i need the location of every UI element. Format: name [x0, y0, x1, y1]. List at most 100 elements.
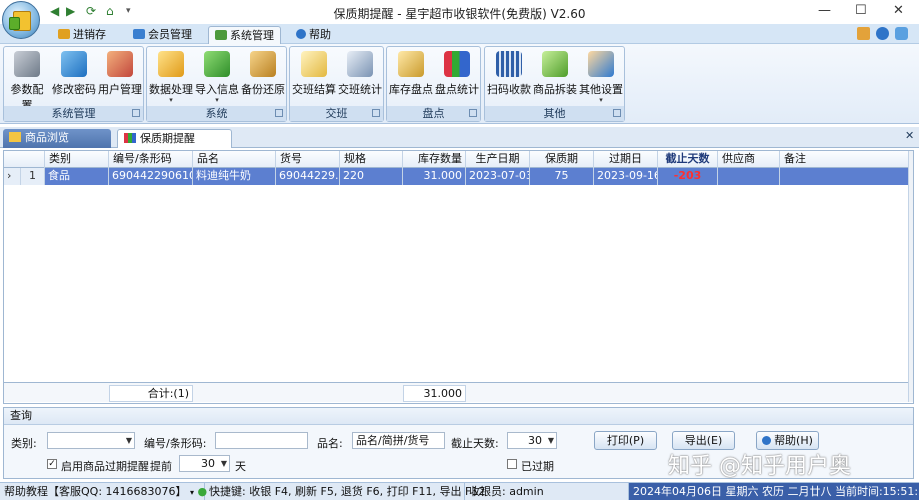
chevron-down-icon: ▼	[125, 436, 132, 445]
cell-shelf-life[interactable]: 75	[530, 168, 594, 185]
cell-stock[interactable]: 31.000	[403, 168, 466, 185]
ribbon-group-stocktake: 库存盘点 盘点统计 盘点	[386, 46, 481, 122]
column-header-item-no[interactable]: 货号	[276, 151, 340, 168]
row-number: 1	[21, 168, 45, 185]
group-label: 交班	[325, 107, 348, 120]
column-header-days-left[interactable]: 截止天数	[658, 151, 718, 168]
cell-name[interactable]: 料迪纯牛奶	[193, 168, 276, 185]
tab-product-browse[interactable]: 商品浏览	[3, 129, 111, 148]
stocktake-stats-button[interactable]: 盘点统计	[435, 51, 479, 107]
enable-reminder-label: 启用商品过期提醒	[61, 460, 149, 473]
backup-restore-button[interactable]: 备份还原	[241, 51, 285, 107]
settings-button[interactable]: 参数配置	[6, 51, 48, 112]
table-row[interactable]: › 1 食品 6904422906107 料迪纯牛奶 69044229... 2…	[4, 168, 909, 185]
ribbon-tabs: 进销存 会员管理 系统管理 帮助	[0, 24, 919, 44]
minimize-button[interactable]: —	[818, 3, 831, 18]
category-label: 类别:	[11, 437, 37, 450]
change-password-button[interactable]: 修改密码	[52, 51, 96, 107]
scan-pay-button[interactable]: 扫码收款	[487, 51, 531, 107]
group-launcher-icon[interactable]	[275, 109, 283, 117]
print-button[interactable]: 打印(P)	[594, 431, 657, 450]
column-header-supplier[interactable]: 供应商	[718, 151, 780, 168]
import-icon	[204, 51, 230, 77]
column-header-note[interactable]: 备注	[780, 151, 909, 168]
cell-note[interactable]	[780, 168, 909, 185]
box-icon	[542, 51, 568, 77]
import-button[interactable]: 导入信息 ▾	[195, 51, 239, 107]
cell-expiry-date[interactable]: 2023-09-16	[594, 168, 658, 185]
tab-help[interactable]: 帮助	[296, 26, 331, 44]
column-header-expiry-date[interactable]: 过期日	[594, 151, 658, 168]
cell-supplier[interactable]	[718, 168, 780, 185]
dropdown-arrow-icon: ▾	[599, 96, 603, 104]
dropdown-arrow-icon: ▾	[169, 96, 173, 104]
data-processing-button[interactable]: 数据处理 ▾	[149, 51, 193, 107]
barcode-input[interactable]	[215, 432, 308, 449]
column-header-production-date[interactable]: 生产日期	[466, 151, 530, 168]
cell-production-date[interactable]: 2023-07-03	[466, 168, 530, 185]
group-launcher-icon[interactable]	[132, 109, 140, 117]
tab-expiry-reminder[interactable]: 保质期提醒	[117, 129, 232, 148]
table-header: 类别 编号/条形码 品名 货号 规格 库存数量 生产日期 保质期 过期日 截止天…	[4, 151, 909, 168]
group-launcher-icon[interactable]	[372, 109, 380, 117]
advance-days-select[interactable]: 30 ▼	[179, 455, 230, 472]
name-label: 品名:	[317, 437, 343, 450]
title-bar: ◀ ▶ ⟳ ⌂ ▾ 保质期提醒 - 星宇超市收银软件(免费版) V2.60 — …	[0, 0, 919, 24]
help-circle-icon[interactable]	[876, 27, 889, 40]
column-header-spec[interactable]: 规格	[340, 151, 403, 168]
column-header-barcode[interactable]: 编号/条形码	[109, 151, 193, 168]
footer-total-count: 合计:(1)	[109, 385, 193, 402]
group-label: 其他	[543, 107, 566, 120]
column-header-stock[interactable]: 库存数量	[403, 151, 466, 168]
cart-icon[interactable]	[857, 27, 870, 40]
group-launcher-icon[interactable]	[613, 109, 621, 117]
group-label: 系统管理	[51, 107, 96, 120]
expired-label: 已过期	[521, 460, 554, 473]
group-launcher-icon[interactable]	[469, 109, 477, 117]
tab-system[interactable]: 系统管理	[208, 26, 281, 44]
close-button[interactable]: ✕	[893, 3, 904, 18]
status-help[interactable]: 帮助教程【客服QQ: 1416683076】 ▾ ●	[0, 483, 207, 500]
watermark: 知乎 @知乎用户奥	[668, 454, 851, 479]
skin-icon[interactable]	[895, 27, 908, 40]
row-header-corner	[4, 151, 45, 168]
column-header-shelf-life[interactable]: 保质期	[530, 151, 594, 168]
document-tabs: 商品浏览 保质期提醒 ✕	[0, 127, 919, 148]
category-select[interactable]: ▼	[47, 432, 135, 449]
cell-spec[interactable]: 220	[340, 168, 403, 185]
column-header-name[interactable]: 品名	[193, 151, 276, 168]
chart-icon	[124, 133, 136, 143]
maximize-button[interactable]: ☐	[855, 3, 867, 18]
grid-icon	[9, 132, 21, 142]
enable-reminder-checkbox[interactable]: ✓	[47, 459, 57, 469]
name-input[interactable]: 品名/简拼/货号	[352, 432, 445, 449]
shift-settle-button[interactable]: 交班结算	[292, 51, 336, 107]
ribbon-group-system: 数据处理 ▾ 导入信息 ▾ 备份还原 系统	[146, 46, 287, 122]
unpack-button[interactable]: 商品拆装	[533, 51, 577, 107]
days-select[interactable]: 30 ▼	[507, 432, 557, 449]
expired-checkbox[interactable]	[507, 459, 517, 469]
close-tab-icon[interactable]: ✕	[905, 129, 914, 142]
help-icon	[762, 436, 772, 445]
chevron-down-icon: ▼	[220, 459, 227, 468]
query-title: 查询	[4, 408, 913, 425]
tab-inventory[interactable]: 进销存	[58, 26, 106, 44]
tab-members[interactable]: 会员管理	[133, 26, 192, 44]
other-settings-button[interactable]: 其他设置 ▾	[579, 51, 623, 107]
cell-category[interactable]: 食品	[45, 168, 109, 185]
barcode-label: 编号/条形码:	[144, 437, 207, 450]
stocktake-button[interactable]: 库存盘点	[389, 51, 433, 107]
user-management-button[interactable]: 用户管理	[98, 51, 142, 107]
ribbon-group-shift: 交班结算 交班统计 交班	[289, 46, 384, 122]
key-icon	[61, 51, 87, 77]
settings-card-icon	[588, 51, 614, 77]
cell-item-no[interactable]: 69044229...	[276, 168, 340, 185]
vertical-scrollbar[interactable]	[908, 151, 913, 402]
table-footer: 合计:(1) 31.000	[4, 382, 909, 402]
app-menu-button[interactable]	[2, 1, 40, 39]
column-header-category[interactable]: 类别	[45, 151, 109, 168]
shift-stats-button[interactable]: 交班统计	[338, 51, 382, 107]
gear-icon	[215, 30, 227, 40]
cell-days-left[interactable]: -203	[658, 168, 718, 185]
cell-barcode[interactable]: 6904422906107	[109, 168, 193, 185]
